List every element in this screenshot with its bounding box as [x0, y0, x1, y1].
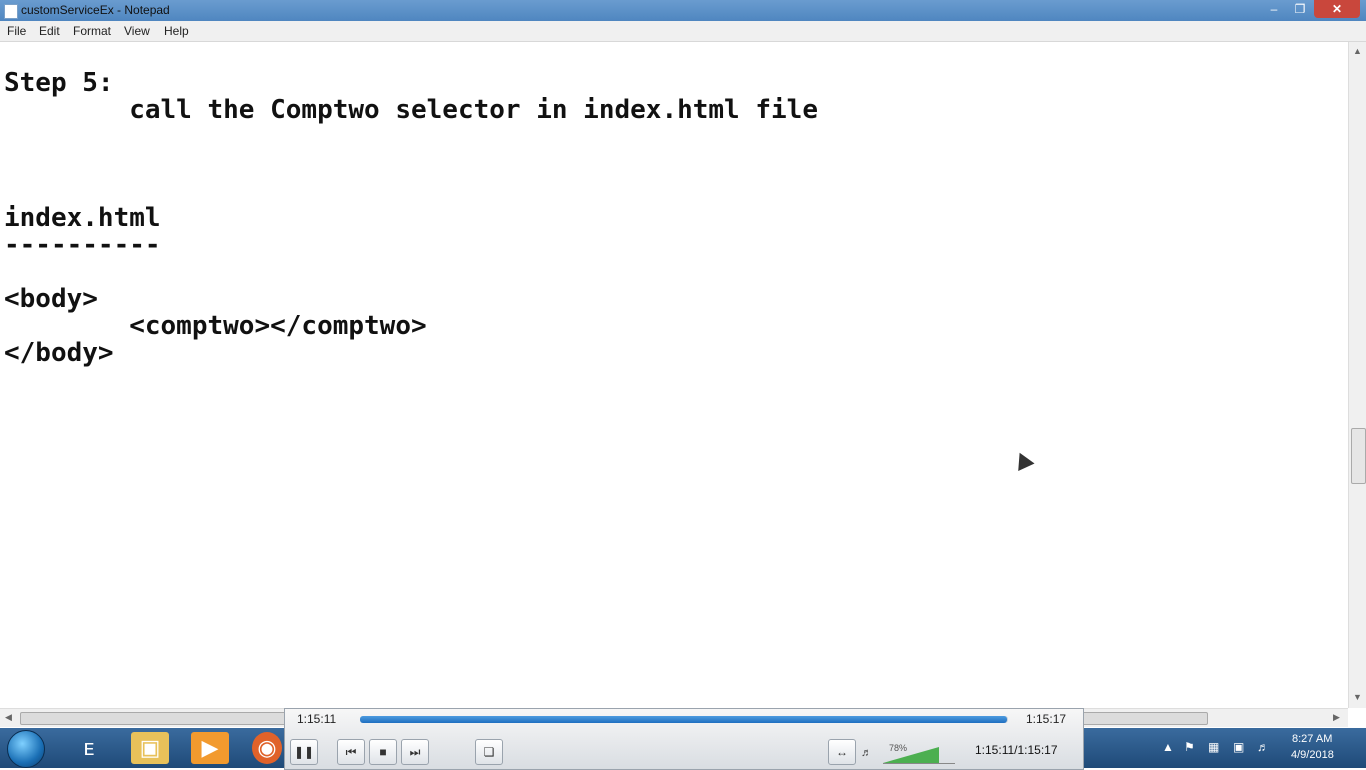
minimize-button[interactable]: –	[1262, 0, 1286, 18]
show-hidden-icons-icon[interactable]: ▲	[1162, 740, 1174, 754]
media-player-controls: 1:15:11 1:15:17 ❚❚ ⏮ ■ ⏭ ❏ ↔ ♬ 78% 1:15:…	[284, 708, 1084, 770]
editor-line: call the Comptwo selector in index.html …	[4, 95, 818, 125]
next-button[interactable]: ⏭	[401, 739, 429, 765]
editor-line: </body>	[4, 338, 114, 368]
editor-line: index.html	[4, 203, 161, 233]
display-icon[interactable]: ▣	[1233, 740, 1244, 754]
minimize-icon: –	[1270, 2, 1278, 16]
previous-icon: ⏮	[345, 745, 357, 759]
menu-help[interactable]: Help	[164, 24, 189, 39]
editor-line: <comptwo></comptwo>	[4, 311, 427, 341]
notepad-icon	[4, 4, 18, 19]
title-bar: customServiceEx - Notepad – ❐ ✕	[0, 0, 1366, 21]
volume-percent: 78%	[889, 743, 908, 753]
timecode: 1:15:11/1:15:17	[975, 743, 1058, 757]
network-status-icon[interactable]: ▦	[1208, 740, 1219, 754]
close-button[interactable]: ✕	[1314, 0, 1360, 18]
menu-bar: File Edit Format View Help	[0, 21, 1366, 42]
pause-icon: ❚❚	[293, 745, 315, 759]
scroll-right-icon[interactable]: ▶	[1333, 712, 1340, 723]
seek-bar-fill	[360, 716, 1007, 723]
fullscreen-exit-icon: ❏	[483, 745, 495, 759]
previous-button[interactable]: ⏮	[337, 739, 365, 765]
media-player-icon[interactable]: ▶	[191, 732, 229, 764]
speaker-icon[interactable]: ♬	[1257, 740, 1269, 754]
editor-line: ----------	[4, 230, 161, 260]
menu-view[interactable]: View	[124, 24, 150, 39]
maximize-button[interactable]: ❐	[1288, 0, 1312, 18]
firefox-icon[interactable]: ◉	[252, 732, 282, 764]
scroll-down-icon[interactable]: ▼	[1353, 692, 1362, 702]
scroll-left-icon[interactable]: ◀	[5, 712, 12, 723]
stop-button[interactable]: ■	[369, 739, 397, 765]
next-icon: ⏭	[409, 745, 421, 759]
file-explorer-icon[interactable]: ▣	[131, 732, 169, 764]
pause-button[interactable]: ❚❚	[290, 739, 318, 765]
shuffle-button[interactable]: ↔	[828, 739, 856, 765]
close-icon: ✕	[1331, 2, 1343, 16]
start-button[interactable]	[7, 730, 45, 768]
editor-line: <body>	[4, 284, 98, 314]
total-time: 1:15:17	[1026, 712, 1067, 726]
menu-file[interactable]: File	[7, 24, 26, 39]
menu-edit[interactable]: Edit	[39, 24, 60, 39]
stop-icon: ■	[379, 745, 387, 759]
maximize-icon: ❐	[1294, 2, 1306, 16]
window-title: customServiceEx - Notepad	[21, 3, 170, 17]
vertical-scrollbar[interactable]: ▲ ▼	[1348, 42, 1366, 708]
seek-bar[interactable]	[360, 716, 1008, 723]
scroll-up-icon[interactable]: ▲	[1353, 46, 1362, 56]
clock-time[interactable]: 8:27 AM	[1292, 733, 1332, 745]
internet-explorer-icon[interactable]: ᴇ	[70, 732, 108, 764]
menu-format[interactable]: Format	[73, 24, 111, 39]
vertical-scroll-thumb[interactable]	[1351, 428, 1366, 484]
action-center-icon[interactable]: ⚑	[1184, 740, 1195, 754]
elapsed-time: 1:15:11	[297, 712, 337, 726]
switch-to-library-button[interactable]: ❏	[475, 739, 503, 765]
text-editor[interactable]: Step 5: call the Comptwo selector in ind…	[0, 42, 1348, 708]
editor-line: Step 5:	[4, 68, 114, 98]
mute-icon[interactable]: ♬	[861, 747, 872, 759]
mouse-cursor-icon	[1011, 448, 1035, 472]
shuffle-icon: ↔	[836, 745, 848, 759]
clock-date[interactable]: 4/9/2018	[1291, 749, 1334, 761]
